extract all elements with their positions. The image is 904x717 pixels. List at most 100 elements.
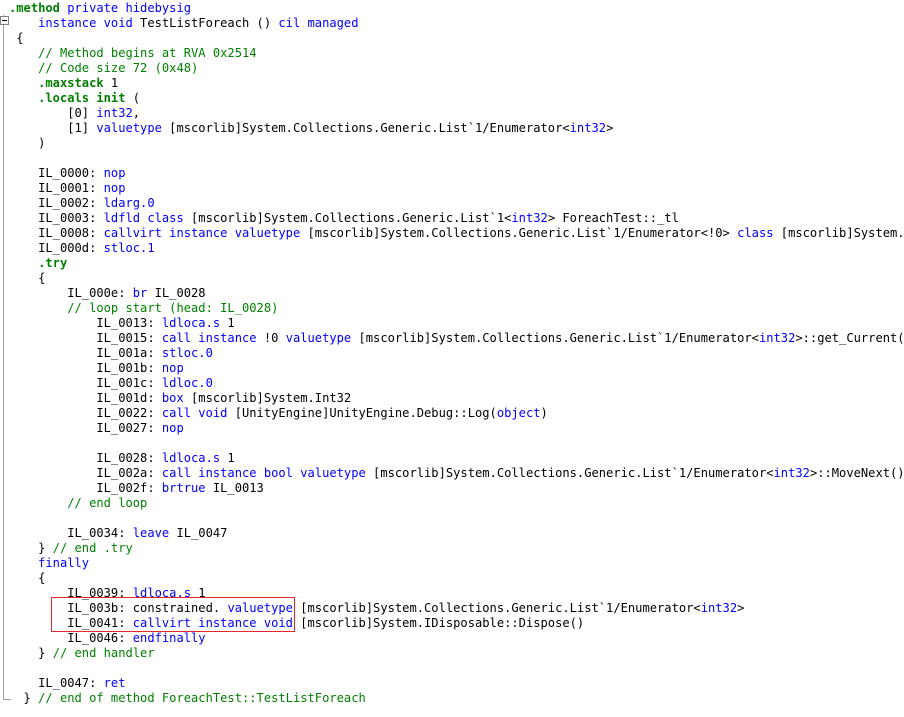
- code-token: IL_001a:: [9, 346, 162, 360]
- code-line: IL_0002: ldarg.0: [9, 196, 155, 211]
- code-token: IL_0013: [205, 481, 264, 495]
- code-line: .maxstack 1: [9, 76, 118, 91]
- code-token: [mscorlib]System.Collections.Generic.Lis…: [300, 226, 738, 240]
- code-token: int32: [569, 121, 607, 135]
- code-token: cil managed: [278, 16, 359, 30]
- code-line: .method private hidebysig: [9, 1, 191, 16]
- code-line: ): [9, 136, 45, 151]
- code-line: IL_0003: ldfld class [mscorlib]System.Co…: [9, 211, 679, 226]
- code-line: .try: [9, 256, 67, 271]
- code-line: IL_0034: leave IL_0047: [9, 526, 227, 541]
- code-token: callvirt instance valuetype: [103, 226, 301, 240]
- code-line: [0] int32,: [9, 106, 140, 121]
- code-token: instance void: [38, 16, 133, 30]
- code-token: IL_001b:: [9, 361, 162, 375]
- code-token: ): [9, 136, 46, 150]
- code-token: 1: [220, 451, 235, 465]
- code-token: IL_0008:: [9, 226, 104, 240]
- code-token: }: [9, 646, 53, 660]
- code-token: IL_001d:: [9, 391, 162, 405]
- code-line: {: [9, 271, 45, 286]
- code-line: IL_0013: ldloca.s 1: [9, 316, 234, 331]
- code-token: .try: [38, 256, 68, 270]
- code-token: call void: [161, 406, 228, 420]
- code-token: nop: [103, 181, 126, 195]
- code-token: [mscorlib]System.IDisposable::Dispose(): [292, 616, 585, 630]
- code-token: [mscorlib]System.Collections.Generic.Lis…: [161, 121, 570, 135]
- code-token: IL_001c:: [9, 376, 162, 390]
- code-token: 1: [103, 76, 119, 90]
- code-token: // end of method ForeachTest::TestListFo…: [38, 691, 366, 705]
- code-token: (: [125, 91, 141, 105]
- code-token: ldloca.s: [161, 316, 221, 330]
- code-line: finally: [9, 556, 89, 571]
- code-token: class: [147, 211, 184, 225]
- code-line: {: [9, 31, 24, 46]
- code-token: valuetype: [96, 121, 162, 135]
- code-token: IL_0047:: [9, 676, 104, 690]
- code-line: IL_0015: call instance !0 valuetype [msc…: [9, 331, 904, 346]
- code-token: call instance: [161, 331, 257, 345]
- code-token: int32: [511, 211, 548, 225]
- code-line: IL_0001: nop: [9, 181, 126, 196]
- code-token: int32: [773, 466, 810, 480]
- code-token: [mscorlib]System.Collections.Generic.Lis…: [183, 211, 512, 225]
- code-token: IL_0002:: [9, 196, 104, 210]
- code-token: >: [606, 121, 614, 135]
- code-token: br: [132, 286, 148, 300]
- code-token: IL_0046:: [9, 631, 133, 645]
- code-token: hidebysig: [125, 1, 192, 15]
- code-line: // Method begins at RVA 0x2514: [9, 46, 256, 61]
- code-line: instance void TestListForeach () cil man…: [9, 16, 359, 31]
- code-line: IL_0000: nop: [9, 166, 126, 181]
- code-token: ,: [132, 106, 141, 120]
- code-token: {: [9, 31, 24, 45]
- code-token: call instance bool valuetype: [161, 466, 366, 480]
- code-token: object: [496, 406, 541, 420]
- code-token: IL_0003:: [9, 211, 104, 225]
- code-token: [UnityEngine]UnityEngine.Debug::Log(: [227, 406, 497, 420]
- code-token: nop: [161, 361, 184, 375]
- code-token: ldarg.0: [103, 196, 155, 210]
- code-token: IL_0001:: [9, 181, 104, 195]
- code-token: box: [161, 391, 184, 405]
- code-token: .maxstack: [38, 76, 104, 90]
- code-token: IL_0015:: [9, 331, 162, 345]
- code-token: nop: [103, 166, 126, 180]
- code-token: IL_002f:: [9, 481, 162, 495]
- code-token: nop: [161, 421, 184, 435]
- code-token: IL_0028:: [9, 451, 162, 465]
- code-token: [0]: [9, 106, 97, 120]
- code-line: IL_001b: nop: [9, 361, 184, 376]
- code-token: IL_000e:: [9, 286, 133, 300]
- code-token: .method: [9, 1, 68, 15]
- code-token: leave: [132, 526, 170, 540]
- code-token: IL_0047: [169, 526, 228, 540]
- code-line: IL_001c: ldloc.0: [9, 376, 213, 391]
- code-token: // end loop: [9, 496, 148, 510]
- code-token: private: [67, 1, 119, 15]
- code-line: IL_0047: ret: [9, 676, 125, 691]
- code-token: // end .try: [52, 541, 133, 555]
- code-token: valuetype: [285, 331, 352, 345]
- code-token: .locals init: [38, 91, 126, 105]
- code-token: IL_0028: [147, 286, 206, 300]
- code-token: [mscorlib]System.Collections.Generic.Lis…: [292, 601, 701, 615]
- code-line: } // end .try: [9, 541, 133, 556]
- code-token: IL_0027:: [9, 421, 162, 435]
- code-line: IL_0028: ldloca.s 1: [9, 451, 235, 466]
- code-line: IL_001a: stloc.0: [9, 346, 213, 361]
- code-line: IL_002f: brtrue IL_0013: [9, 481, 264, 496]
- code-token: >::get_Current(): [795, 331, 904, 345]
- code-token: IL_002a:: [9, 466, 162, 480]
- code-line: // end loop: [9, 496, 147, 511]
- code-token: TestListForeach (): [132, 16, 279, 30]
- code-line: IL_000d: stloc.1: [9, 241, 155, 256]
- code-line: IL_000e: br IL_0028: [9, 286, 206, 301]
- code-token: }: [9, 541, 53, 555]
- code-token: ldfld: [103, 211, 141, 225]
- code-token: // loop start (head: IL_0028): [9, 301, 279, 315]
